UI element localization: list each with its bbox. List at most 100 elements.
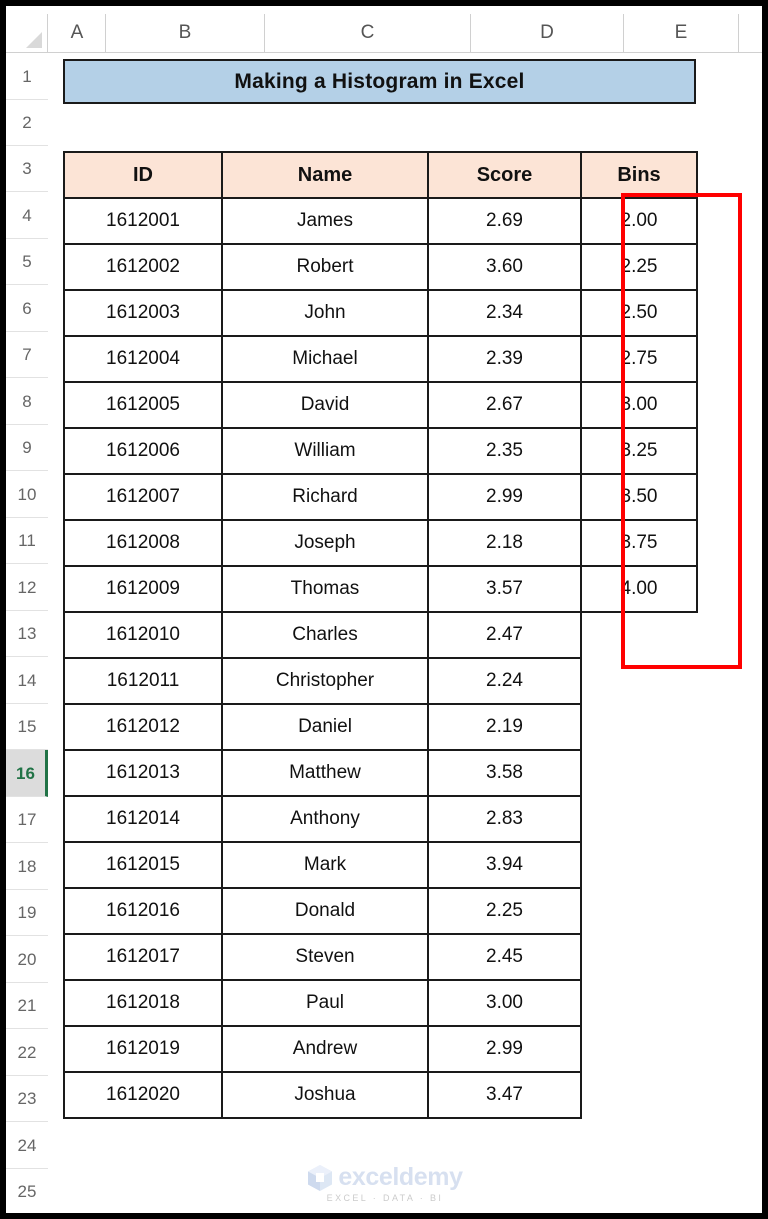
cell-bin-empty[interactable] [581,888,697,934]
cell-name[interactable]: Andrew [221,1025,429,1073]
cell-id[interactable]: 1612002 [63,243,223,291]
cell-id[interactable]: 1612016 [63,887,223,935]
table-row[interactable]: 1612014 Anthony 2.83 [63,795,697,843]
cell-score[interactable]: 3.00 [427,979,582,1027]
table-row[interactable]: 1612008 Joseph 2.18 3.75 [63,519,698,567]
row-header-20[interactable]: 20 [6,936,48,983]
cell-id[interactable]: 1612005 [63,381,223,429]
row-header-1[interactable]: 1 [6,53,48,100]
row-header-14[interactable]: 14 [6,657,48,704]
cell-name[interactable]: Mark [221,841,429,889]
row-header-13[interactable]: 13 [6,611,48,657]
cell-name[interactable]: Michael [221,335,429,383]
cell-bin[interactable]: 3.25 [580,427,698,475]
cell-id[interactable]: 1612011 [63,657,223,705]
cell-id[interactable]: 1612003 [63,289,223,337]
cell-score[interactable]: 3.57 [427,565,582,613]
cell-score[interactable]: 2.99 [427,1025,582,1073]
cell-score[interactable]: 2.99 [427,473,582,521]
row-header-10[interactable]: 10 [6,471,48,518]
cell-name[interactable]: William [221,427,429,475]
cell-score[interactable]: 2.45 [427,933,582,981]
cell-bin-empty[interactable] [581,934,697,980]
row-header-18[interactable]: 18 [6,843,48,890]
cell-name[interactable]: Anthony [221,795,429,843]
row-header-17[interactable]: 17 [6,797,48,843]
cell-score[interactable]: 2.34 [427,289,582,337]
cell-id[interactable]: 1612008 [63,519,223,567]
row-header-24[interactable]: 24 [6,1122,48,1169]
row-header-2[interactable]: 2 [6,100,48,146]
table-row[interactable]: 1612007 Richard 2.99 3.50 [63,473,698,521]
row-header-15[interactable]: 15 [6,704,48,750]
cell-score[interactable]: 2.83 [427,795,582,843]
cell-bin-empty[interactable] [581,612,697,658]
cell-bin-empty[interactable] [581,1072,697,1118]
cell-name[interactable]: David [221,381,429,429]
select-all-corner[interactable] [6,14,48,52]
cell-score[interactable]: 3.58 [427,749,582,797]
cell-bin-empty[interactable] [581,1026,697,1072]
cell-bin-empty[interactable] [581,704,697,750]
cell-name[interactable]: Paul [221,979,429,1027]
row-header-16[interactable]: 16 [6,750,48,797]
cell-score[interactable]: 2.24 [427,657,582,705]
cell-name[interactable]: Steven [221,933,429,981]
cell-bin-empty[interactable] [581,750,697,796]
cell-name[interactable]: Robert [221,243,429,291]
table-row[interactable]: 1612004 Michael 2.39 2.75 [63,335,698,383]
table-row[interactable]: 1612005 David 2.67 3.00 [63,381,698,429]
cell-score[interactable]: 2.19 [427,703,582,751]
cell-score[interactable]: 2.69 [427,197,582,245]
cell-bin-empty[interactable] [581,658,697,704]
table-row[interactable]: 1612001 James 2.69 2.00 [63,197,698,245]
column-header-bins[interactable]: Bins [580,151,698,199]
row-header-23[interactable]: 23 [6,1076,48,1122]
cell-name[interactable]: Matthew [221,749,429,797]
table-row[interactable]: 1612003 John 2.34 2.50 [63,289,698,337]
table-row[interactable]: 1612006 William 2.35 3.25 [63,427,698,475]
cell-id[interactable]: 1612018 [63,979,223,1027]
table-row[interactable]: 1612018 Paul 3.00 [63,979,697,1027]
column-header-d[interactable]: D [471,14,624,52]
cell-id[interactable]: 1612014 [63,795,223,843]
table-row[interactable]: 1612013 Matthew 3.58 [63,749,697,797]
row-header-12[interactable]: 12 [6,564,48,611]
row-header-19[interactable]: 19 [6,890,48,936]
cell-id[interactable]: 1612001 [63,197,223,245]
cell-id[interactable]: 1612007 [63,473,223,521]
cell-id[interactable]: 1612004 [63,335,223,383]
cell-name[interactable]: Christopher [221,657,429,705]
cell-bin[interactable]: 3.00 [580,381,698,429]
row-header-6[interactable]: 6 [6,285,48,332]
cell-name[interactable]: Charles [221,611,429,659]
cell-bin[interactable]: 2.00 [580,197,698,245]
cell-id[interactable]: 1612020 [63,1071,223,1119]
row-header-22[interactable]: 22 [6,1029,48,1076]
cell-score[interactable]: 2.67 [427,381,582,429]
cell-score[interactable]: 2.18 [427,519,582,567]
cell-bin-empty[interactable] [581,796,697,842]
cell-id[interactable]: 1612010 [63,611,223,659]
cell-name[interactable]: Joshua [221,1071,429,1119]
cell-bin[interactable]: 2.50 [580,289,698,337]
cell-score[interactable]: 2.47 [427,611,582,659]
row-header-8[interactable]: 8 [6,378,48,425]
column-header-b[interactable]: B [106,14,265,52]
row-header-25[interactable]: 25 [6,1169,48,1213]
row-header-11[interactable]: 11 [6,518,48,564]
cell-name[interactable]: Thomas [221,565,429,613]
row-header-21[interactable]: 21 [6,983,48,1029]
cell-bin[interactable]: 4.00 [580,565,698,613]
cell-bin[interactable]: 2.75 [580,335,698,383]
cell-bin[interactable]: 2.25 [580,243,698,291]
cell-score[interactable]: 2.39 [427,335,582,383]
row-header-3[interactable]: 3 [6,146,48,192]
cell-id[interactable]: 1612013 [63,749,223,797]
cell-id[interactable]: 1612006 [63,427,223,475]
cell-id[interactable]: 1612012 [63,703,223,751]
cell-id[interactable]: 1612019 [63,1025,223,1073]
cell-score[interactable]: 2.25 [427,887,582,935]
column-header-id[interactable]: ID [63,151,223,199]
cell-bin-empty[interactable] [581,980,697,1026]
